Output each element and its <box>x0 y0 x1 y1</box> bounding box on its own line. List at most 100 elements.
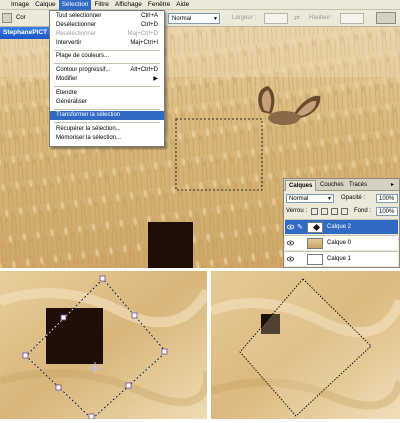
selection-menu: Tout sélectionner Ctrl+A Désélectionner … <box>49 10 165 147</box>
marquee-tool-icon[interactable] <box>2 13 12 23</box>
lock-label: Verrou : <box>286 208 308 214</box>
swap-icon[interactable]: ⇄ <box>294 13 300 24</box>
menu-item-label: Tout sélectionner <box>56 13 102 19</box>
layer-thumbnail <box>307 254 323 265</box>
handle-top[interactable] <box>99 275 106 282</box>
opacity-field[interactable]: 100% <box>376 194 398 203</box>
menu-separator <box>54 63 160 64</box>
menu-item-select-all[interactable]: Tout sélectionner Ctrl+A <box>50 12 164 21</box>
menu-fenetre[interactable]: Fenêtre <box>145 0 173 10</box>
eye-icon[interactable] <box>287 224 294 230</box>
options-left-label: Cor <box>16 15 26 21</box>
menu-separator <box>54 50 160 51</box>
screenshot-composite: Image Calque Sélection Filtre Affichage … <box>0 0 400 423</box>
handle-left[interactable] <box>22 352 29 359</box>
eye-icon[interactable] <box>287 256 294 262</box>
menu-item-feather[interactable]: Contour progressif... Alt+Ctrl+D <box>50 66 164 75</box>
menu-selection[interactable]: Sélection <box>58 0 92 10</box>
chevron-down-icon: ▼ <box>213 16 218 22</box>
brush-icon: ✎ <box>297 224 303 231</box>
style-mode-select[interactable]: Normal ▼ <box>168 13 220 24</box>
handle-right-upper[interactable] <box>131 312 138 319</box>
handle-right[interactable] <box>161 348 168 355</box>
dark-square <box>46 308 103 364</box>
lock-move-icon[interactable] <box>331 208 338 215</box>
palette-tabs: Calques Couches Tracés ▸ <box>284 179 399 191</box>
palette-well-icon[interactable] <box>376 12 396 24</box>
palette-menu-icon[interactable]: ▸ <box>388 180 397 191</box>
menu-item-color-range[interactable]: Plage de couleurs... <box>50 52 164 61</box>
blend-mode-value: Normal <box>289 196 309 202</box>
menu-item-shortcut: Ctrl+D <box>140 22 158 28</box>
transform-panel-left <box>0 271 207 419</box>
tab-layers[interactable]: Calques <box>285 180 317 191</box>
document-title: StephanePICT <box>3 29 48 36</box>
menu-item-transform-selection[interactable]: Transformer la sélection <box>50 111 164 120</box>
menu-item-grow[interactable]: Etendre <box>50 89 164 98</box>
menu-item-label: Contour progressif... <box>56 67 111 73</box>
menu-item-deselect[interactable]: Désélectionner Ctrl+D <box>50 21 164 30</box>
handle-left-lower[interactable] <box>55 384 62 391</box>
height-field[interactable] <box>340 13 364 24</box>
dark-square <box>148 222 193 268</box>
menubar: Image Calque Sélection Filtre Affichage … <box>0 0 400 10</box>
eye-icon[interactable] <box>287 240 294 246</box>
tab-paths[interactable]: Tracés <box>346 180 370 191</box>
tab-channels[interactable]: Couches <box>317 180 347 191</box>
menu-item-label: Modifier <box>56 76 78 82</box>
layer-name: Calque 0 <box>327 240 352 246</box>
layer-name: Calque 2 <box>327 224 352 230</box>
menu-item-label: Resélectionner <box>56 31 97 37</box>
menu-calque[interactable]: Calque <box>32 0 59 10</box>
width-field[interactable] <box>264 13 288 24</box>
width-label: Largeur : <box>232 15 257 21</box>
lock-transparency-icon[interactable] <box>311 208 318 215</box>
fill-field[interactable]: 100% <box>376 207 398 216</box>
menu-item-modify[interactable]: Modifier ▶ <box>50 75 164 84</box>
menu-separator <box>54 86 160 87</box>
transform-preview-right <box>211 271 400 419</box>
menu-item-label: Plage de couleurs... <box>56 53 110 59</box>
menu-item-reselect: Resélectionner Maj+Ctrl+D <box>50 30 164 39</box>
menu-separator <box>54 122 160 123</box>
blend-mode-select[interactable]: Normal ▼ <box>286 194 334 203</box>
handle-bottom[interactable] <box>88 413 95 419</box>
menu-item-load-selection[interactable]: Récupérer la sélection... <box>50 125 164 134</box>
layer-thumbnail <box>307 238 323 249</box>
layer-name: Calque 1 <box>327 256 352 262</box>
menu-item-shortcut: Alt+Ctrl+D <box>130 67 158 73</box>
layers-palette: Calques Couches Tracés ▸ Normal ▼ Opacit… <box>283 178 400 268</box>
layer-row[interactable]: Calque 1 <box>285 251 398 266</box>
layer-thumbnail <box>307 222 323 233</box>
transform-preview-left <box>0 271 207 419</box>
handle-right-lower[interactable] <box>125 382 132 389</box>
menu-filtre[interactable]: Filtre <box>91 0 111 10</box>
menu-item-label: Mémoriser la sélection... <box>56 135 122 141</box>
menu-item-shortcut: Maj+Ctrl+I <box>130 40 158 46</box>
menu-item-inverse[interactable]: Intervertir Maj+Ctrl+I <box>50 39 164 48</box>
menu-item-label: Désélectionner <box>56 22 97 28</box>
menu-separator <box>54 109 160 110</box>
menu-affichage[interactable]: Affichage <box>112 0 145 10</box>
handle-left-upper[interactable] <box>60 314 67 321</box>
menu-image[interactable]: Image <box>8 0 32 10</box>
menu-app-icon[interactable] <box>0 0 8 10</box>
menu-aide[interactable]: Aide <box>173 0 192 10</box>
fill-label: Fond : <box>354 208 372 214</box>
style-mode-value: Normal <box>172 16 192 22</box>
transform-panel-right <box>211 271 400 419</box>
submenu-arrow-icon: ▶ <box>153 76 158 82</box>
lock-brush-icon[interactable] <box>321 208 328 215</box>
opacity-label: Opacité : <box>341 195 366 201</box>
menu-item-label: Etendre <box>56 90 78 96</box>
menu-item-shortcut: Ctrl+A <box>141 13 158 19</box>
layer-row[interactable]: ✎ Calque 2 <box>285 219 398 234</box>
layer-row[interactable]: Calque 0 <box>285 235 398 250</box>
menu-item-shortcut: Maj+Ctrl+D <box>127 31 158 37</box>
menu-item-save-selection[interactable]: Mémoriser la sélection... <box>50 134 164 143</box>
lock-all-icon[interactable] <box>341 208 348 215</box>
menu-item-label: Transformer la sélection <box>56 112 121 118</box>
menu-item-label: Récupérer la sélection... <box>56 126 121 132</box>
chevron-down-icon: ▼ <box>327 196 332 202</box>
menu-item-similar[interactable]: Généraliser <box>50 98 164 107</box>
